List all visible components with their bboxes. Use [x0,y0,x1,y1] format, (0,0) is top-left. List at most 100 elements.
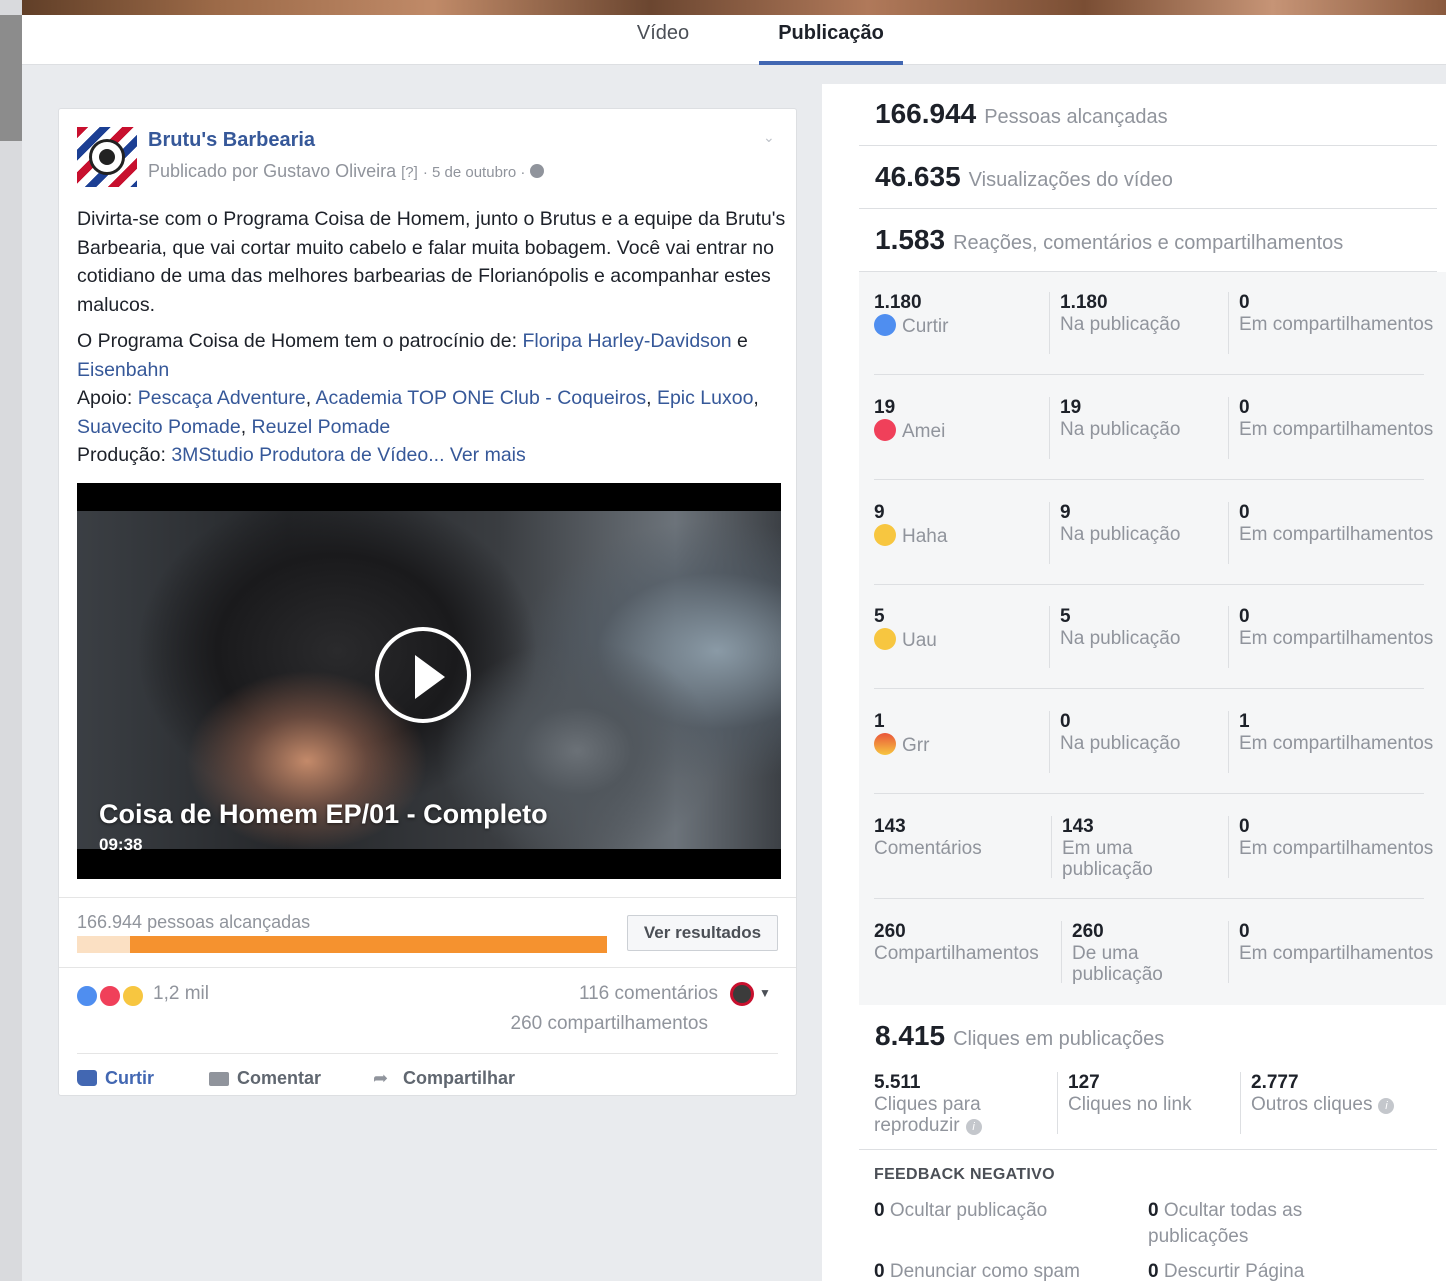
metric-clicks: 8.415 Cliques em publicações [875,1020,1164,1052]
stat-comments-total: 143 Comentários [874,816,1054,859]
stat-love-on-shares: 0 Em compartilhamentos [1239,397,1439,440]
divider [874,584,1424,585]
info-icon[interactable]: i [965,1119,982,1135]
stat-value: 1 [874,711,885,732]
support-link-pescaca[interactable]: Pescaça Adventure [138,387,306,409]
post-sponsors: O Programa Coisa de Homem tem o patrocín… [77,327,787,470]
play-button[interactable] [375,627,471,723]
divider [859,271,1437,272]
divider [1049,711,1050,773]
support-link-academia[interactable]: Academia TOP ONE Club - Coqueiros [316,387,647,409]
stat-label: Em compartilhamentos [1239,419,1434,440]
post-author[interactable]: Publicado por Gustavo Oliveira [148,161,396,181]
divider [859,208,1437,209]
sponsor-link-eisenbahn[interactable]: Eisenbahn [77,359,169,381]
love-reaction-icon[interactable] [98,984,122,1008]
info-icon[interactable]: i [1378,1098,1395,1114]
haha-reaction-icon[interactable] [121,984,145,1008]
metric-reach-value: 166.944 [875,98,977,129]
like-reaction-icon[interactable] [75,984,99,1008]
stat-value: 1 [1239,711,1250,732]
love-icon [874,419,896,441]
help-marker[interactable]: [?] [401,164,418,181]
stat-label: Outros cliques [1251,1094,1373,1115]
stat-label: Em compartilhamentos [1239,943,1434,964]
stat-angry-total: 1 Grr [874,711,1044,756]
reach-progress-fill [130,936,607,953]
neg-label: Denunciar como spam [889,1261,1080,1281]
video-player[interactable]: Coisa de Homem EP/01 - Completo 09:38 [77,483,781,879]
stat-label: Comentários [874,838,982,859]
stat-value: 9 [874,502,885,523]
support-link-reuzel[interactable]: Reuzel Pomade [252,416,391,438]
post-paragraph: Divirta-se com o Programa Coisa de Homem… [77,208,786,316]
stat-comments-on-shares: 0 Em compartilhamentos [1239,816,1439,859]
post-body: Divirta-se com o Programa Coisa de Homem… [77,205,787,478]
support-link-suavecito[interactable]: Suavecito Pomade [77,416,241,438]
wow-icon [874,628,896,650]
globe-icon [530,164,545,178]
comments-count[interactable]: 116 comentários [579,983,718,1005]
divider [1228,711,1229,773]
neg-hide-post: 0 Ocultar publicação [874,1198,1134,1224]
page-name-link[interactable]: Brutu's Barbearia [148,129,315,152]
comma: , [305,387,316,409]
neg-label: Ocultar publicação [889,1200,1048,1221]
metric-clicks-label: Cliques em publicações [953,1028,1165,1050]
video-title: Coisa de Homem EP/01 - Completo [99,799,548,829]
stat-label: Haha [902,526,948,547]
view-results-button[interactable]: Ver resultados [627,915,778,951]
like-button[interactable]: Curtir [77,1068,154,1089]
neg-value: 0 [1148,1261,1159,1281]
neg-report-spam: 0 Denunciar como spam [874,1259,1134,1281]
shares-count[interactable]: 260 compartilhamentos [511,1013,709,1035]
stat-label: Em compartilhamentos [1239,838,1434,859]
divider [1228,397,1229,459]
stat-wow-on-shares: 0 Em compartilhamentos [1239,606,1439,649]
stats-content: 166.944 Pessoas alcançadas 46.635 Visualiz… [822,84,1446,1281]
left-edge-dark [0,15,22,141]
sponsor-prefix: O Programa Coisa de Homem tem o patrocín… [77,330,523,352]
stat-angry-on-post: 0 Na publicação [1060,711,1220,754]
divider [874,374,1424,375]
chevron-down-icon[interactable]: ⌄ [763,129,775,146]
tab-video[interactable]: Vídeo [622,15,704,65]
stat-value: 0 [1239,397,1250,418]
stat-label: Compartilhamentos [874,943,1039,964]
stat-value: 0 [1239,502,1250,523]
support-link-epic[interactable]: Epic Luxoo [657,387,753,409]
stat-love-on-post: 19 Na publicação [1060,397,1220,440]
sponsor-link-harley[interactable]: Floripa Harley-Davidson [522,330,731,352]
share-button[interactable]: ➦ Compartilhar [373,1068,515,1089]
stat-comments-on-post: 143 Em uma publicação [1062,816,1202,880]
comment-button[interactable]: Comentar [209,1068,321,1089]
tab-publication[interactable]: Publicação [759,15,903,65]
stat-value: 2.777 [1251,1072,1299,1093]
stat-shares-on-post: 260 De uma publicação [1072,921,1212,985]
metric-clicks-value: 8.415 [875,1020,946,1051]
metric-reach: 166.944 Pessoas alcançadas [875,98,1168,130]
see-more-link[interactable]: Ver mais [450,444,526,466]
stat-label: Em compartilhamentos [1239,314,1434,335]
comma: , [240,415,252,438]
divider [1049,502,1050,564]
comma: , [753,387,759,409]
reach-progress-bar [77,936,607,953]
reactions-count[interactable]: 1,2 mil [153,983,209,1005]
play-icon [415,655,445,699]
page-avatar[interactable] [77,127,137,187]
post-meta: Publicado por Gustavo Oliveira [?] · 5 d… [148,161,545,182]
page-avatar-small-icon[interactable] [730,982,754,1006]
stat-value: 143 [1062,816,1094,837]
stat-value: 1.180 [1060,292,1108,313]
divider [874,793,1424,794]
metric-views: 46.635 Visualizações do vídeo [875,161,1173,193]
stat-label: Na publicação [1060,524,1181,545]
caret-down-icon[interactable]: ▼ [759,986,771,1000]
thumbs-up-icon [77,1070,97,1086]
divider [1228,606,1229,668]
stat-label: Na publicação [1060,628,1181,649]
post-date[interactable]: · 5 de outubro · [423,164,526,181]
haha-icon [874,524,896,546]
production-link[interactable]: 3MStudio Produtora de Vídeo... [171,444,444,466]
